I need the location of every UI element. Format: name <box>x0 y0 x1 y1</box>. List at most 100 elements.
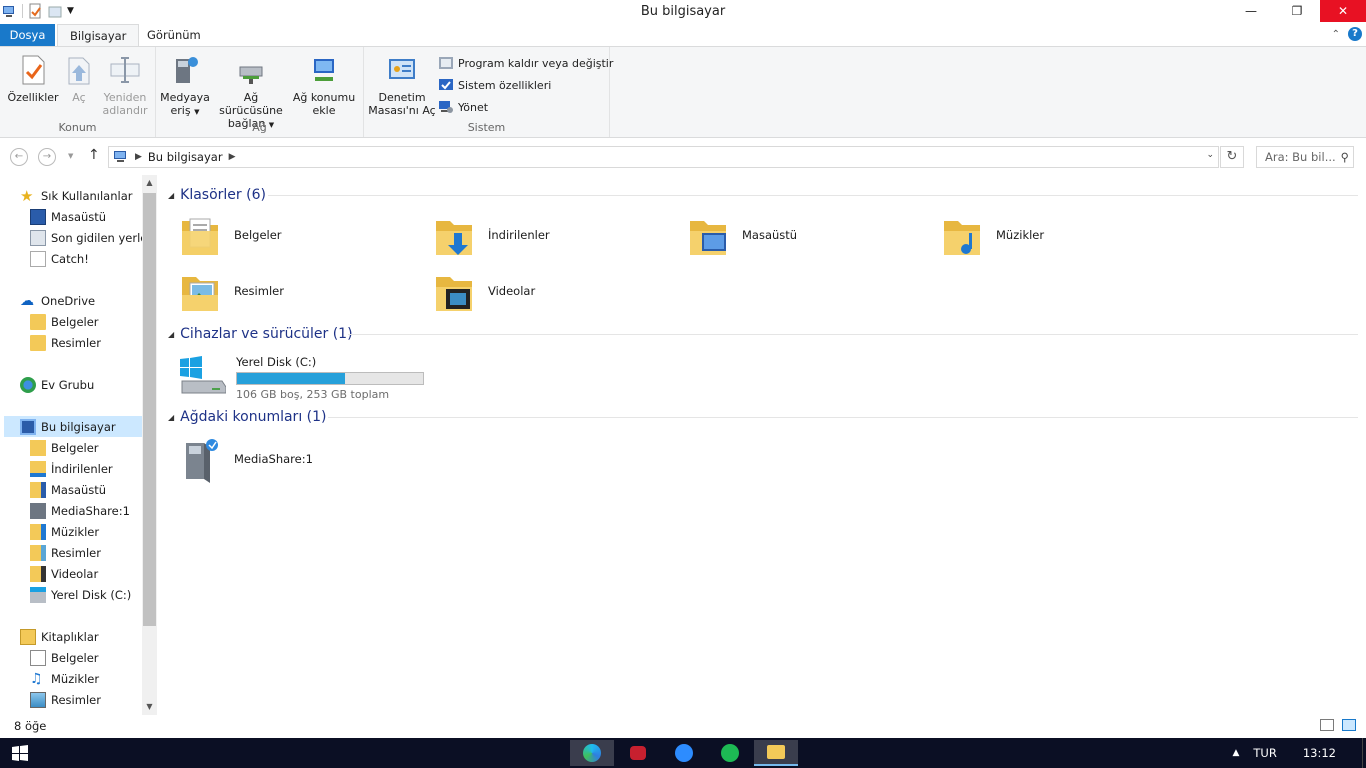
collapse-icon[interactable]: ◢ <box>168 191 174 200</box>
chevron-down-icon[interactable]: ⌄ <box>1206 150 1214 160</box>
folder-icon <box>30 313 46 330</box>
forward-button[interactable]: → <box>38 148 56 166</box>
folder-item-music[interactable]: Müzikler <box>940 211 1044 259</box>
restore-button[interactable]: ❐ <box>1274 0 1320 22</box>
computer-icon <box>114 151 126 162</box>
drive-item-local-disk[interactable]: Yerel Disk (C:) 106 GB boş, 253 GB topla… <box>178 355 424 401</box>
folder-icon <box>30 439 46 456</box>
folder-item-desktop[interactable]: Masaüstü <box>686 211 797 259</box>
nav-item-pc-mediashare[interactable]: MediaShare:1 <box>30 500 130 521</box>
nav-item-pc-music[interactable]: Müzikler <box>30 521 99 542</box>
chevron-down-icon[interactable]: ▼ <box>67 6 74 16</box>
control-panel-icon <box>389 59 415 79</box>
properties-button[interactable]: Özellikler <box>6 53 60 104</box>
clock[interactable]: 13:12 <box>1303 746 1336 760</box>
refresh-button[interactable]: ↻ <box>1220 146 1244 168</box>
nav-item-pc-videos[interactable]: Videolar <box>30 563 98 584</box>
section-network-locations[interactable]: ◢ Ağdaki konumları (1) <box>168 409 327 425</box>
collapse-icon[interactable]: ◢ <box>168 330 174 339</box>
nav-quick-access[interactable]: ★ Sık Kullanılanlar <box>20 185 133 206</box>
nav-item-recent-places[interactable]: Son gidilen yerler <box>30 227 152 248</box>
section-devices[interactable]: ◢ Cihazlar ve sürücüler (1) <box>168 326 353 342</box>
navigation-pane: ★ Sık Kullanılanlar Masaüstü Son gidilen… <box>0 175 158 715</box>
up-button[interactable]: ↑ <box>88 147 100 163</box>
desktop-folder-icon <box>690 221 726 255</box>
properties-icon[interactable] <box>27 3 43 19</box>
windows-start-icon[interactable] <box>12 745 28 761</box>
manage-button[interactable]: Yönet <box>438 99 488 115</box>
nav-libraries[interactable]: Kitaplıklar <box>20 626 99 647</box>
taskbar: ▲ TUR 13:12 <box>0 738 1366 768</box>
nav-item-lib-music[interactable]: ♫ Müzikler <box>30 668 99 689</box>
cloud-icon: ☁ <box>20 292 34 309</box>
nav-item-pc-pictures[interactable]: Resimler <box>30 542 101 563</box>
nav-item-catch[interactable]: Catch! <box>30 248 89 269</box>
folder-item-downloads[interactable]: İndirilenler <box>432 211 550 259</box>
windows-drive-icon <box>180 356 226 394</box>
rename-button[interactable]: Yeniden adlandır <box>100 53 150 117</box>
downloads-folder-icon <box>30 460 46 477</box>
recent-locations-icon[interactable]: ▼ <box>68 152 73 160</box>
taskbar-edge[interactable] <box>570 740 614 766</box>
collapse-icon[interactable]: ◢ <box>168 413 174 422</box>
taskbar-file-explorer[interactable] <box>754 740 798 766</box>
tab-file[interactable]: Dosya <box>0 24 55 46</box>
nav-item-lib-documents[interactable]: Belgeler <box>30 647 99 668</box>
show-desktop-button[interactable] <box>1362 738 1366 768</box>
scrollbar-thumb[interactable] <box>143 193 156 626</box>
tab-view[interactable]: Görünüm <box>135 24 213 46</box>
large-icons-view-icon[interactable] <box>1342 719 1356 731</box>
nav-item-pc-documents[interactable]: Belgeler <box>30 437 99 458</box>
folder-item-documents[interactable]: Belgeler <box>178 211 282 259</box>
nav-this-pc[interactable]: Bu bilgisayar <box>4 416 142 437</box>
taskbar-discord[interactable] <box>616 740 660 766</box>
collapse-ribbon-icon[interactable]: ⌃ <box>1332 29 1340 40</box>
access-media-button[interactable]: Medyaya eriş ▼ <box>160 53 210 119</box>
close-button[interactable]: ✕ <box>1320 0 1366 22</box>
address-bar-row: ← → ▼ ↑ ▶ Bu bilgisayar ▶ ⌄ ↻ Ara: Bu bi… <box>0 139 1366 175</box>
minimize-button[interactable]: — <box>1228 0 1274 22</box>
tab-computer[interactable]: Bilgisayar <box>57 24 140 47</box>
search-input[interactable]: Ara: Bu bil... ⚲ <box>1256 146 1354 168</box>
nav-item-pc-downloads[interactable]: İndirilenler <box>30 458 113 479</box>
section-folders[interactable]: ◢ Klasörler (6) <box>168 187 266 203</box>
nav-item-lib-pictures[interactable]: Resimler <box>30 689 101 710</box>
nav-homegroup[interactable]: Ev Grubu <box>20 374 94 395</box>
document-icon <box>30 250 46 267</box>
new-folder-icon[interactable] <box>47 3 63 19</box>
videos-folder-icon <box>30 565 46 582</box>
add-network-location-button[interactable]: Ağ konumu ekle <box>292 53 356 117</box>
open-icon <box>68 57 90 85</box>
open-control-panel-button[interactable]: Denetim Masası'nı Aç <box>368 53 436 117</box>
open-button[interactable]: Aç <box>62 53 96 104</box>
nav-item-onedrive-pictures[interactable]: Resimler <box>30 332 101 353</box>
nav-item-pc-local-disk[interactable]: Yerel Disk (C:) <box>30 584 131 605</box>
chevron-right-icon[interactable]: ▶ <box>135 152 142 162</box>
scroll-up-icon[interactable]: ▲ <box>142 175 157 191</box>
address-bar[interactable]: ▶ Bu bilgisayar ▶ ⌄ <box>108 146 1219 168</box>
nav-item-desktop[interactable]: Masaüstü <box>30 206 106 227</box>
chevron-right-icon[interactable]: ▶ <box>229 152 236 162</box>
media-server-icon <box>186 439 218 483</box>
network-item-mediashare[interactable]: MediaShare:1 <box>178 435 313 483</box>
uninstall-program-button[interactable]: Program kaldır veya değiştir <box>438 55 613 71</box>
library-icon <box>20 628 36 645</box>
folder-item-videos[interactable]: Videolar <box>432 267 535 315</box>
show-hidden-icons-icon[interactable]: ▲ <box>1232 748 1239 758</box>
computer-icon[interactable] <box>2 3 18 19</box>
details-view-icon[interactable] <box>1320 719 1334 731</box>
system-properties-button[interactable]: Sistem özellikleri <box>438 77 551 93</box>
nav-onedrive[interactable]: ☁ OneDrive <box>20 290 95 311</box>
input-language[interactable]: TUR <box>1253 746 1276 760</box>
properties-icon <box>22 55 45 85</box>
breadcrumb[interactable]: Bu bilgisayar <box>148 150 223 164</box>
help-icon[interactable]: ? <box>1348 27 1362 41</box>
folder-item-pictures[interactable]: Resimler <box>178 267 284 315</box>
nav-item-pc-desktop[interactable]: Masaüstü <box>30 479 106 500</box>
taskbar-spotify[interactable] <box>708 740 752 766</box>
nav-item-onedrive-documents[interactable]: Belgeler <box>30 311 99 332</box>
taskbar-zoom[interactable] <box>662 740 706 766</box>
back-button[interactable]: ← <box>10 148 28 166</box>
nav-pane-scrollbar[interactable]: ▲ ▼ <box>142 175 157 715</box>
scroll-down-icon[interactable]: ▼ <box>142 699 157 715</box>
